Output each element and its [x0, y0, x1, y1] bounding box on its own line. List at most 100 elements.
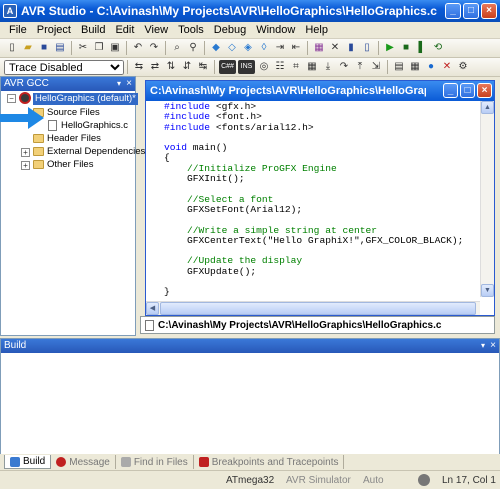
panel-close-icon[interactable]: × — [490, 339, 496, 353]
indent-icon[interactable]: ⇥ — [273, 41, 287, 55]
editor-minimize-button[interactable]: _ — [443, 83, 458, 98]
paste-icon[interactable]: ▣ — [108, 41, 122, 55]
reset-icon[interactable]: ⟲ — [431, 41, 445, 55]
trace-icon-2[interactable]: ⇄ — [148, 60, 162, 74]
bookmark-next-icon[interactable]: ◇ — [225, 41, 239, 55]
expand-icon[interactable]: + — [21, 148, 30, 157]
cut-icon[interactable]: ✂ — [76, 41, 90, 55]
tree-item-other-files[interactable]: Other Files — [47, 159, 93, 171]
outdent-icon[interactable]: ⇤ — [289, 41, 303, 55]
step-out-icon[interactable]: ⤒ — [353, 60, 367, 74]
editor-maximize-button[interactable]: □ — [460, 83, 475, 98]
scroll-left-icon[interactable]: ◀ — [146, 302, 159, 315]
step-into-icon[interactable]: ⤓ — [321, 60, 335, 74]
menu-tools[interactable]: Tools — [173, 24, 209, 36]
build-icon[interactable]: ▦ — [312, 41, 326, 55]
clean-icon[interactable]: ▯ — [360, 41, 374, 55]
scroll-down-icon[interactable]: ▼ — [481, 284, 494, 297]
tree-item-header-files[interactable]: Header Files — [47, 133, 101, 145]
expand-icon[interactable]: + — [21, 161, 30, 170]
build-panel: Build ▾ × — [0, 338, 500, 470]
copy-icon[interactable]: ❐ — [92, 41, 106, 55]
menu-edit[interactable]: Edit — [110, 24, 139, 36]
find-icon[interactable]: ⌕ — [170, 41, 184, 55]
file-tab[interactable]: C:\Avinash\My Projects\AVR\HelloGraphics… — [140, 316, 495, 334]
registers-icon[interactable]: ☷ — [273, 60, 287, 74]
disassembler-icon[interactable]: C## — [219, 60, 236, 74]
open-folder-icon[interactable]: ▰ — [21, 41, 35, 55]
tab-build[interactable]: Build — [4, 455, 52, 469]
build-panel-title: Build — [4, 340, 27, 351]
menu-project[interactable]: Project — [32, 24, 76, 36]
undo-icon[interactable]: ↶ — [131, 41, 145, 55]
trace-icon-1[interactable]: ⇆ — [132, 60, 146, 74]
break-icon[interactable]: ▌ — [415, 41, 429, 55]
build-output[interactable] — [1, 353, 499, 453]
save-all-icon[interactable]: ▤ — [53, 41, 67, 55]
minimize-button[interactable]: _ — [445, 3, 461, 19]
window-layout-icon[interactable]: ▤ — [392, 60, 406, 74]
compile-icon[interactable]: ✕ — [328, 41, 342, 55]
memory-icon[interactable]: INS — [238, 60, 255, 74]
close-button[interactable]: × — [481, 3, 497, 19]
watch-icon[interactable]: ◎ — [257, 60, 271, 74]
menu-help[interactable]: Help — [300, 24, 333, 36]
bookmark-prev-icon[interactable]: ◈ — [241, 41, 255, 55]
menu-file[interactable]: File — [4, 24, 32, 36]
trace-icon-5[interactable]: ↹ — [196, 60, 210, 74]
menu-debug[interactable]: Debug — [209, 24, 251, 36]
menu-window[interactable]: Window — [251, 24, 300, 36]
maximize-button[interactable]: □ — [463, 3, 479, 19]
arrow-annotation-icon — [0, 107, 44, 129]
code-area[interactable]: #include <gfx.h> #include <font.h> #includ… — [164, 101, 464, 298]
tree-item-hellographics-c[interactable]: HelloGraphics.c — [61, 120, 128, 132]
pin-icon[interactable]: ▾ — [481, 339, 485, 353]
rebuild-icon[interactable]: ▮ — [344, 41, 358, 55]
new-file-icon[interactable]: ▯ — [5, 41, 19, 55]
editor-close-button[interactable]: × — [477, 83, 492, 98]
run-icon[interactable]: ▶ — [383, 41, 397, 55]
tab-breakpoints-label: Breakpoints and Tracepoints — [211, 456, 339, 468]
trace-icon-4[interactable]: ⇵ — [180, 60, 194, 74]
status-device: ATmega32 — [226, 475, 275, 486]
processor-icon[interactable]: ▦ — [305, 60, 319, 74]
stop-icon[interactable]: ■ — [399, 41, 413, 55]
scroll-thumb[interactable] — [160, 302, 476, 315]
code-line: GFXInit(); — [164, 173, 463, 184]
trace-select[interactable]: Trace Disabled — [4, 59, 124, 75]
run-to-cursor-icon[interactable]: ⇲ — [369, 60, 383, 74]
tab-breakpoints[interactable]: Breakpoints and Tracepoints — [194, 455, 345, 469]
tree-root[interactable]: HelloGraphics (default)* — [33, 93, 138, 105]
tree-item-external-dependencies[interactable]: External Dependencies — [47, 146, 145, 158]
bookmark-clear-icon[interactable]: ◊ — [257, 41, 271, 55]
menu-build[interactable]: Build — [76, 24, 110, 36]
menu-view[interactable]: View — [139, 24, 173, 36]
c-file-icon — [145, 319, 154, 331]
build-tab-icon — [10, 456, 20, 467]
pin-icon[interactable]: ▾ — [117, 77, 121, 91]
scroll-up-icon[interactable]: ▲ — [481, 101, 494, 114]
io-view-icon[interactable]: ⌗ — [289, 60, 303, 74]
options-icon[interactable]: ⚙ — [456, 60, 470, 74]
horizontal-scrollbar[interactable]: ◀ — [146, 301, 480, 315]
bookmark-icon[interactable]: ◆ — [209, 41, 223, 55]
connect-icon[interactable]: ● — [424, 60, 438, 74]
vertical-scrollbar[interactable]: ▲ ▼ — [480, 101, 494, 297]
code-text: main() — [187, 142, 228, 154]
panel-close-icon[interactable]: × — [126, 77, 132, 91]
collapse-root-icon[interactable]: − — [7, 94, 16, 103]
tab-find-in-files[interactable]: Find in Files — [116, 455, 194, 469]
tab-message[interactable]: Message — [51, 455, 116, 469]
code-text: GFXCenterText("Hello GraphiX!",GFX_COLOR… — [164, 234, 464, 246]
redo-icon[interactable]: ↷ — [147, 41, 161, 55]
code-line: GFXCenterText("Hello GraphiX!",GFX_COLOR… — [164, 234, 464, 246]
disconnect-icon[interactable]: ✕ — [440, 60, 454, 74]
trace-icon-3[interactable]: ⇅ — [164, 60, 178, 74]
avr-icon: A — [3, 4, 17, 18]
code-text: GFXSetFont(Arial12); — [164, 203, 303, 215]
window-grid-icon[interactable]: ▦ — [408, 60, 422, 74]
save-icon[interactable]: ■ — [37, 41, 51, 55]
step-over-icon[interactable]: ↷ — [337, 60, 351, 74]
tree-item-source-files[interactable]: Source Files — [47, 107, 100, 119]
binoculars-icon[interactable]: ⚲ — [186, 41, 200, 55]
